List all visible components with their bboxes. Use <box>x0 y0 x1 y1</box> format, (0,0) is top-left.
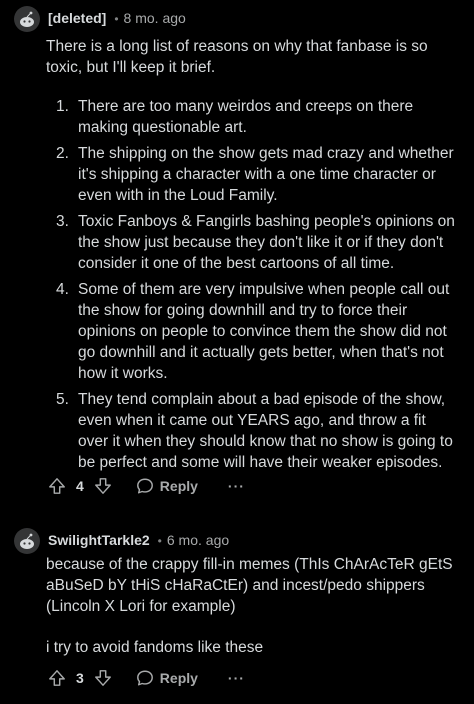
snoo-avatar-icon <box>14 528 40 554</box>
list-item: 3. Toxic Fanboys & Fangirls bashing peopl… <box>46 211 460 274</box>
timestamp[interactable]: 8 mo. ago <box>124 10 186 26</box>
reply-button[interactable]: Reply <box>136 477 198 495</box>
upvote-arrow-icon <box>49 670 65 686</box>
comment-meta: SwilightTarkle2 • 6 mo. ago <box>48 530 229 550</box>
list-number: 4. <box>56 281 69 298</box>
list-number: 5. <box>56 391 69 408</box>
upvote-arrow-icon <box>49 478 65 494</box>
comment-actions: 4 Reply ··· <box>46 472 245 500</box>
avatar[interactable] <box>14 528 40 554</box>
comment: SwilightTarkle2 • 6 mo. ago because of the… <box>0 504 474 704</box>
reasons-list: 1. There are too many weirdos and creeps … <box>46 96 460 478</box>
list-number: 1. <box>56 98 69 115</box>
timestamp[interactable]: 6 mo. ago <box>167 532 229 548</box>
downvote-arrow-icon <box>94 478 111 494</box>
reply-label: Reply <box>159 478 198 494</box>
comment-body: i try to avoid fandoms like these <box>46 637 460 658</box>
avatar[interactable] <box>14 6 40 32</box>
list-item: 2. The shipping on the show gets mad craz… <box>46 143 460 206</box>
comment-paragraph: because of the crappy fill-in memes (ThI… <box>46 556 453 615</box>
snoo-avatar-icon <box>14 6 40 32</box>
vote-count: 4 <box>76 478 84 494</box>
downvote-arrow-icon <box>94 670 111 686</box>
list-item-text: Some of them are very impulsive when peo… <box>78 281 450 382</box>
upvote-button[interactable] <box>46 667 68 689</box>
more-options-button[interactable]: ··· <box>228 671 245 685</box>
list-number: 2. <box>56 145 69 162</box>
comment-paragraph: i try to avoid fandoms like these <box>46 639 264 656</box>
author-name[interactable]: SwilightTarkle2 <box>48 532 150 548</box>
reply-button[interactable]: Reply <box>136 669 198 687</box>
upvote-button[interactable] <box>46 475 68 497</box>
meta-separator: • <box>114 12 119 26</box>
list-item: 1. There are too many weirdos and creeps … <box>46 96 460 138</box>
list-item-text: The shipping on the show gets mad crazy … <box>78 145 454 204</box>
list-item: 4. Some of them are very impulsive when p… <box>46 279 460 384</box>
comment-body: There is a long list of reasons on why t… <box>46 36 460 78</box>
comment-actions: 3 Reply ··· <box>46 664 245 692</box>
list-item-text: They tend complain about a bad episode o… <box>78 391 453 471</box>
meta-separator: • <box>157 534 162 548</box>
reply-label: Reply <box>159 670 198 686</box>
speech-bubble-icon <box>136 670 153 686</box>
comment-meta: [deleted] • 8 mo. ago <box>48 8 186 28</box>
author-name[interactable]: [deleted] <box>48 10 106 26</box>
list-item: 5. They tend complain about a bad episode… <box>46 389 460 473</box>
vote-count: 3 <box>76 670 84 686</box>
comment-body: because of the crappy fill-in memes (ThI… <box>46 554 460 617</box>
comment-paragraph: There is a long list of reasons on why t… <box>46 38 428 76</box>
comment: [deleted] • 8 mo. ago There is a long list… <box>0 0 474 504</box>
downvote-button[interactable] <box>92 475 114 497</box>
list-number: 3. <box>56 213 69 230</box>
downvote-button[interactable] <box>92 667 114 689</box>
more-options-button[interactable]: ··· <box>228 479 245 493</box>
speech-bubble-icon <box>136 478 153 494</box>
list-item-text: There are too many weirdos and creeps on… <box>78 98 414 136</box>
list-item-text: Toxic Fanboys & Fangirls bashing people'… <box>78 213 455 272</box>
